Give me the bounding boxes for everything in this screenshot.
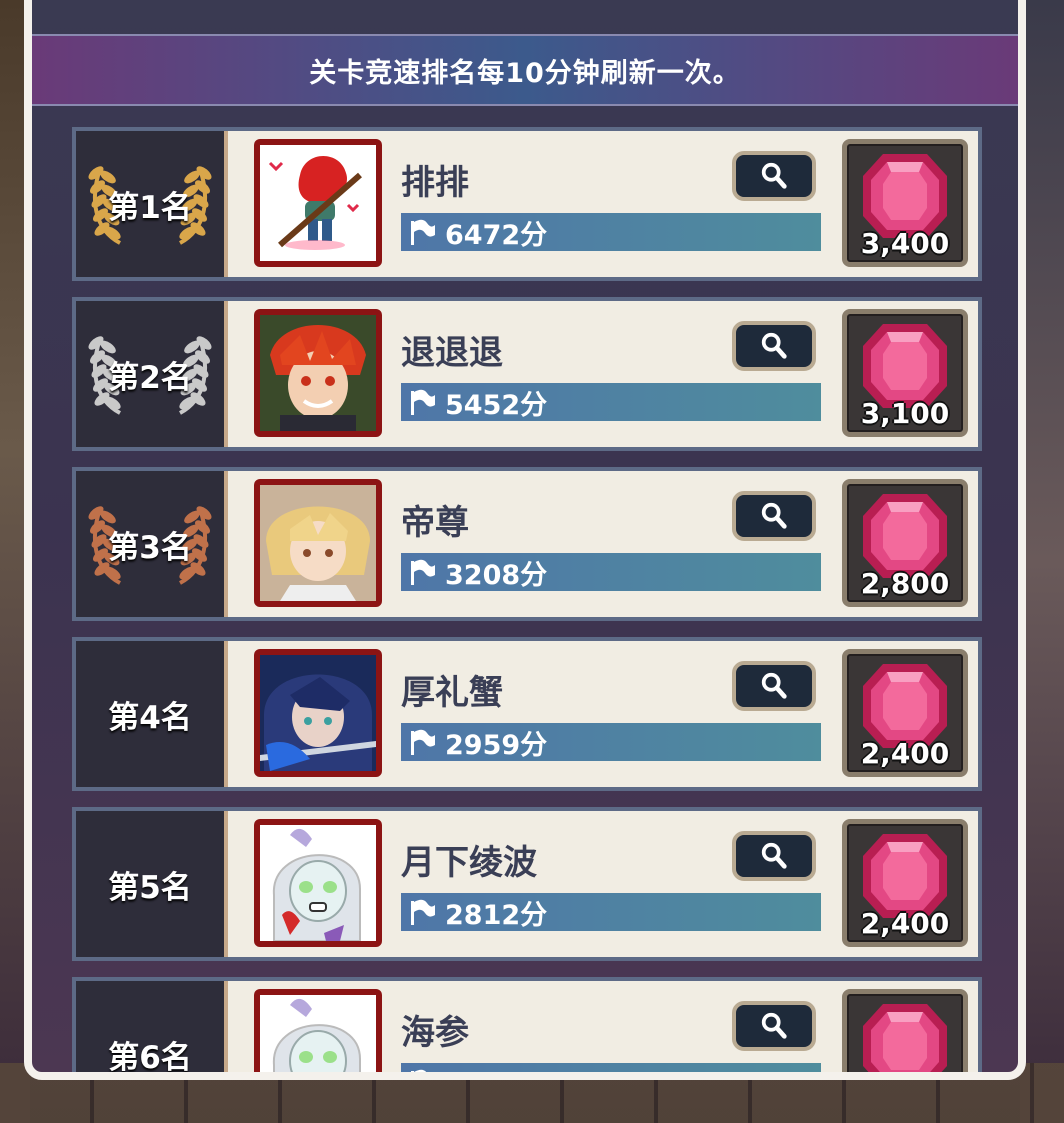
player-name: 排排 [401,163,469,203]
player-avatar[interactable] [254,139,382,267]
magnifier-icon [761,842,787,869]
ranking-row[interactable]: 第2名 退退退 5452分 3,100 [72,297,982,451]
reward-amount: 2,800 [860,567,950,600]
ranking-row[interactable]: 第6名 海参 [72,977,982,1076]
player-name: 退退退 [401,333,503,373]
gem-icon [863,1004,947,1072]
refresh-notice-text: 关卡竞速排名每10分钟刷新一次。 [309,57,741,89]
reward-amount: 3,400 [860,227,950,260]
score-value: 2812分 [445,899,548,931]
magnifier-icon [761,162,787,189]
magnifier-icon [761,502,787,529]
player-name: 帝尊 [401,503,469,543]
reward-box[interactable]: 2,800 [842,479,968,607]
rank-label: 第2名 [108,359,192,396]
reward-amount: 3,100 [860,397,950,430]
rank-cell: 第6名 [76,981,228,1076]
score-bar: 6472分 [401,213,821,251]
view-player-button[interactable] [732,661,816,711]
view-player-button[interactable] [732,321,816,371]
flag-icon [411,219,435,245]
view-player-button[interactable] [732,151,816,201]
background-right [1020,0,1064,1123]
rank-label: 第3名 [108,529,192,566]
rank-cell: 第3名 [76,471,228,617]
score-bar: 2959分 [401,723,821,761]
reward-box[interactable]: 2,400 [842,819,968,947]
rank-label: 第4名 [108,699,192,736]
rank-cell: 第5名 [76,811,228,957]
ranking-panel: 关卡竞速排名每10分钟刷新一次。 第1名 排排 6472分 3,400 第2名 … [24,0,1026,1080]
flag-icon [411,1069,427,1072]
view-player-button[interactable] [732,831,816,881]
player-avatar[interactable] [254,309,382,437]
reward-box[interactable] [842,989,968,1072]
view-player-button[interactable] [732,1001,816,1051]
magnifier-icon [761,332,787,359]
player-name: 厚礼蟹 [401,673,503,713]
rank-cell: 第4名 [76,641,228,787]
magnifier-icon [761,672,787,699]
reward-box[interactable]: 3,100 [842,309,968,437]
score-bar: 2812分 [401,893,821,931]
score-value: 6472分 [445,219,548,251]
reward-box[interactable]: 3,400 [842,139,968,267]
ranking-row[interactable]: 第4名 厚礼蟹 2959分 2,400 [72,637,982,791]
refresh-notice-banner: 关卡竞速排名每10分钟刷新一次。 [32,34,1018,106]
score-value: 3208分 [445,559,548,591]
flag-icon [411,729,435,755]
flag-icon [411,389,435,415]
reward-box[interactable]: 2,400 [842,649,968,777]
score-value: 5452分 [445,389,548,421]
reward-amount: 2,400 [860,907,950,940]
rank-label: 第1名 [108,189,192,226]
ranking-row[interactable]: 第5名 月下绫波 2812分 2,400 [72,807,982,961]
player-avatar[interactable] [254,989,382,1072]
player-name: 海参 [401,1013,469,1053]
ranking-row[interactable]: 第1名 排排 6472分 3,400 [72,127,982,281]
score-bar [401,1063,821,1072]
flag-icon [411,559,435,585]
rank-label: 第5名 [108,869,192,906]
flag-icon [411,899,435,925]
player-avatar[interactable] [254,649,382,777]
score-bar: 5452分 [401,383,821,421]
reward-amount: 2,400 [860,737,950,770]
view-player-button[interactable] [732,491,816,541]
rank-label: 第6名 [108,1039,192,1076]
player-avatar[interactable] [254,819,382,947]
player-avatar[interactable] [254,479,382,607]
score-bar: 3208分 [401,553,821,591]
rank-cell: 第2名 [76,301,228,447]
score-value: 2959分 [445,729,548,761]
player-name: 月下绫波 [401,843,537,883]
magnifier-icon [761,1012,787,1039]
ranking-row[interactable]: 第3名 帝尊 3208分 2,800 [72,467,982,621]
rank-cell: 第1名 [76,131,228,277]
